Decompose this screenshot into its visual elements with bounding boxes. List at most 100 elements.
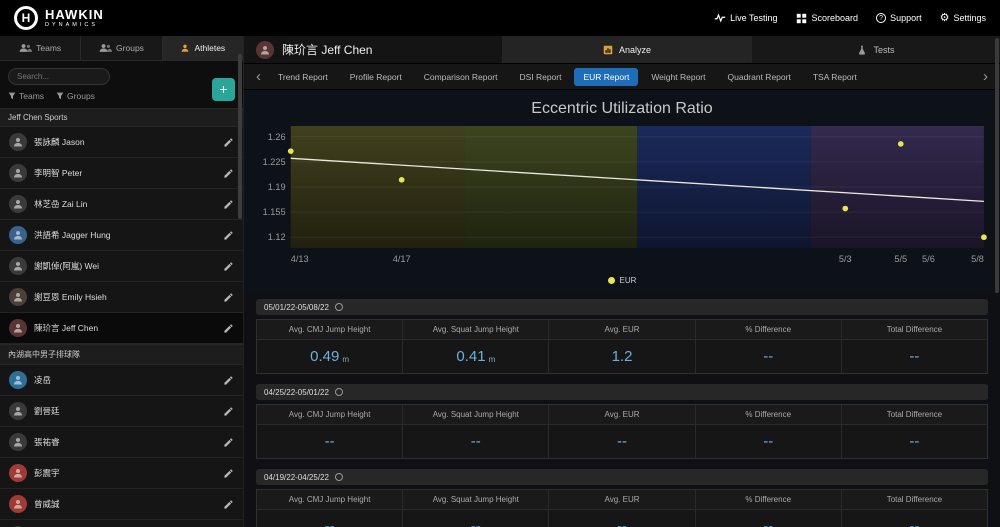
edit-pencil-icon[interactable] <box>223 406 234 417</box>
tab-teams-label: Teams <box>36 43 62 53</box>
athlete-list-item[interactable]: 謝凱倬(阿嵐) Wei <box>0 251 243 282</box>
metric-column-header: Total Difference <box>841 405 988 425</box>
athlete-avatar <box>9 133 27 151</box>
report-tab-trend-report[interactable]: Trend Report <box>269 68 337 86</box>
athlete-name: 謝凱倬(阿嵐) Wei <box>34 261 100 271</box>
metric-value-cell: -- <box>257 425 403 458</box>
tab-tests[interactable]: Tests <box>751 36 1000 63</box>
edit-pencil-icon[interactable] <box>223 375 234 386</box>
report-tabs: Trend Report Profile Report Comparison Rep… <box>269 67 975 86</box>
teams-icon <box>19 44 33 52</box>
svg-text:5/8: 5/8 <box>971 254 984 264</box>
report-tab-bar: ‹ Trend Report Profile Report Comparison R… <box>244 64 1000 90</box>
metric-value-cell: -- <box>403 510 549 527</box>
date-range-header[interactable]: 04/25/22-05/01/22 <box>256 384 988 400</box>
edit-pencil-icon[interactable] <box>223 199 234 210</box>
sidebar-scrollbar[interactable] <box>238 54 242 219</box>
metric-unit: m <box>488 355 496 364</box>
metric-value-cell: 0.49 m <box>257 340 403 373</box>
athlete-list-item[interactable]: 劉晉廷 <box>0 396 243 427</box>
edit-pencil-icon[interactable] <box>223 261 234 272</box>
athlete-title: 陳玠言 Jeff Chen <box>244 36 502 63</box>
metric-number: 0.41 <box>456 348 486 365</box>
athlete-list-item[interactable]: 李柏赫 <box>0 520 243 527</box>
athlete-list-item[interactable]: 張祐睿 <box>0 427 243 458</box>
page-scrollbar[interactable] <box>995 38 999 293</box>
edit-pencil-icon[interactable] <box>223 137 234 148</box>
scoreboard-link[interactable]: Scoreboard <box>796 12 859 24</box>
brand-logo[interactable]: H HAWKIN DYNAMICS <box>14 6 104 30</box>
metric-number: 1.2 <box>611 348 633 365</box>
report-tab-tsa-report[interactable]: TSA Report <box>804 68 866 86</box>
athlete-list-item[interactable]: 陳玠言 Jeff Chen <box>0 313 243 344</box>
metric-column: % Difference -- <box>695 405 842 458</box>
chevron-right-icon[interactable]: › <box>975 69 996 84</box>
metric-column: Total Difference -- <box>841 320 988 373</box>
edit-pencil-icon[interactable] <box>223 230 234 241</box>
athlete-list-item[interactable]: 洪語希 Jagger Hung <box>0 220 243 251</box>
collapse-circle-icon <box>334 473 343 481</box>
add-athlete-button[interactable]: + <box>212 77 235 101</box>
report-tab-weight-report[interactable]: Weight Report <box>642 68 714 86</box>
support-link[interactable]: ? Support <box>876 13 922 23</box>
filter-groups[interactable]: Groups <box>56 91 95 101</box>
team-section-header: Jeff Chen Sports <box>0 108 243 127</box>
edit-pencil-icon[interactable] <box>223 323 234 334</box>
tab-teams[interactable]: Teams <box>0 36 82 60</box>
top-nav: Live Testing Scoreboard ? Support ⚙ Sett… <box>714 12 986 24</box>
metric-value-cell: -- <box>257 510 403 527</box>
metric-number: -- <box>617 433 627 450</box>
athlete-list-item[interactable]: 曾威誠 <box>0 489 243 520</box>
athlete-name: 洪語希 Jagger Hung <box>34 230 111 240</box>
support-label: Support <box>890 13 922 23</box>
date-range-label: 04/25/22-05/01/22 <box>264 387 329 397</box>
athlete-list-item[interactable]: 張詠麟 Jason <box>0 127 243 158</box>
edit-pencil-icon[interactable] <box>223 468 234 479</box>
metric-column-header: % Difference <box>695 490 841 510</box>
live-testing-link[interactable]: Live Testing <box>714 12 778 24</box>
metric-column-header: Avg. Squat Jump Height <box>403 405 549 425</box>
search-input[interactable] <box>8 68 110 85</box>
metric-column-header: Avg. CMJ Jump Height <box>257 490 403 510</box>
tab-analyze[interactable]: Analyze <box>502 36 751 63</box>
report-tab-profile-report[interactable]: Profile Report <box>341 68 411 86</box>
metric-column: Avg. EUR -- <box>549 490 696 527</box>
athlete-avatar <box>9 371 27 389</box>
report-tab-quadrant-report[interactable]: Quadrant Report <box>719 68 800 86</box>
chart-legend[interactable]: EUR <box>256 272 988 293</box>
edit-pencil-icon[interactable] <box>223 437 234 448</box>
filter-teams[interactable]: Teams <box>8 91 44 101</box>
tab-groups-label: Groups <box>116 43 144 53</box>
edit-pencil-icon[interactable] <box>223 168 234 179</box>
tab-athletes[interactable]: Athletes <box>162 36 243 60</box>
tab-groups[interactable]: Groups <box>81 36 163 60</box>
metric-number: -- <box>763 433 774 450</box>
scoreboard-label: Scoreboard <box>811 13 859 23</box>
athlete-list-item[interactable]: 彭震宇 <box>0 458 243 489</box>
metric-column-header: % Difference <box>695 405 841 425</box>
report-tab-dsi-report[interactable]: DSI Report <box>510 68 570 86</box>
athlete-list-item[interactable]: 謝豆恩 Emily Hsieh <box>0 282 243 313</box>
settings-link[interactable]: ⚙ Settings <box>940 12 986 24</box>
date-range-section: 04/19/22-04/25/22 Avg. CMJ Jump Height -- A… <box>256 469 988 527</box>
date-range-header[interactable]: 04/19/22-04/25/22 <box>256 469 988 485</box>
metric-number: -- <box>324 518 335 527</box>
sidebar: Teams Groups Athletes Teams Groups <box>0 36 244 527</box>
edit-pencil-icon[interactable] <box>223 499 234 510</box>
date-range-label: 05/01/22-05/08/22 <box>264 302 329 312</box>
athlete-list-item[interactable]: 林芝喦 Zai Lin <box>0 189 243 220</box>
date-range-header[interactable]: 05/01/22-05/08/22 <box>256 299 988 315</box>
chevron-left-icon[interactable]: ‹ <box>248 69 269 84</box>
metric-column: Avg. EUR -- <box>549 405 696 458</box>
svg-text:1.225: 1.225 <box>263 157 286 167</box>
athlete-avatar <box>9 195 27 213</box>
athlete-list-item[interactable]: 李明智 Peter <box>0 158 243 189</box>
metrics-table: Avg. CMJ Jump Height -- Avg. Squat Jump He… <box>256 404 988 459</box>
edit-pencil-icon[interactable] <box>223 292 234 303</box>
metric-value-cell: -- <box>841 510 988 527</box>
team-section-header: 內湖高中男子排球隊 <box>0 344 243 365</box>
report-tab-eur-report[interactable]: EUR Report <box>574 67 639 86</box>
athlete-list-item[interactable]: 凌岳 <box>0 365 243 396</box>
metric-column: Total Difference -- <box>841 490 988 527</box>
report-tab-comparison-report[interactable]: Comparison Report <box>415 68 507 86</box>
